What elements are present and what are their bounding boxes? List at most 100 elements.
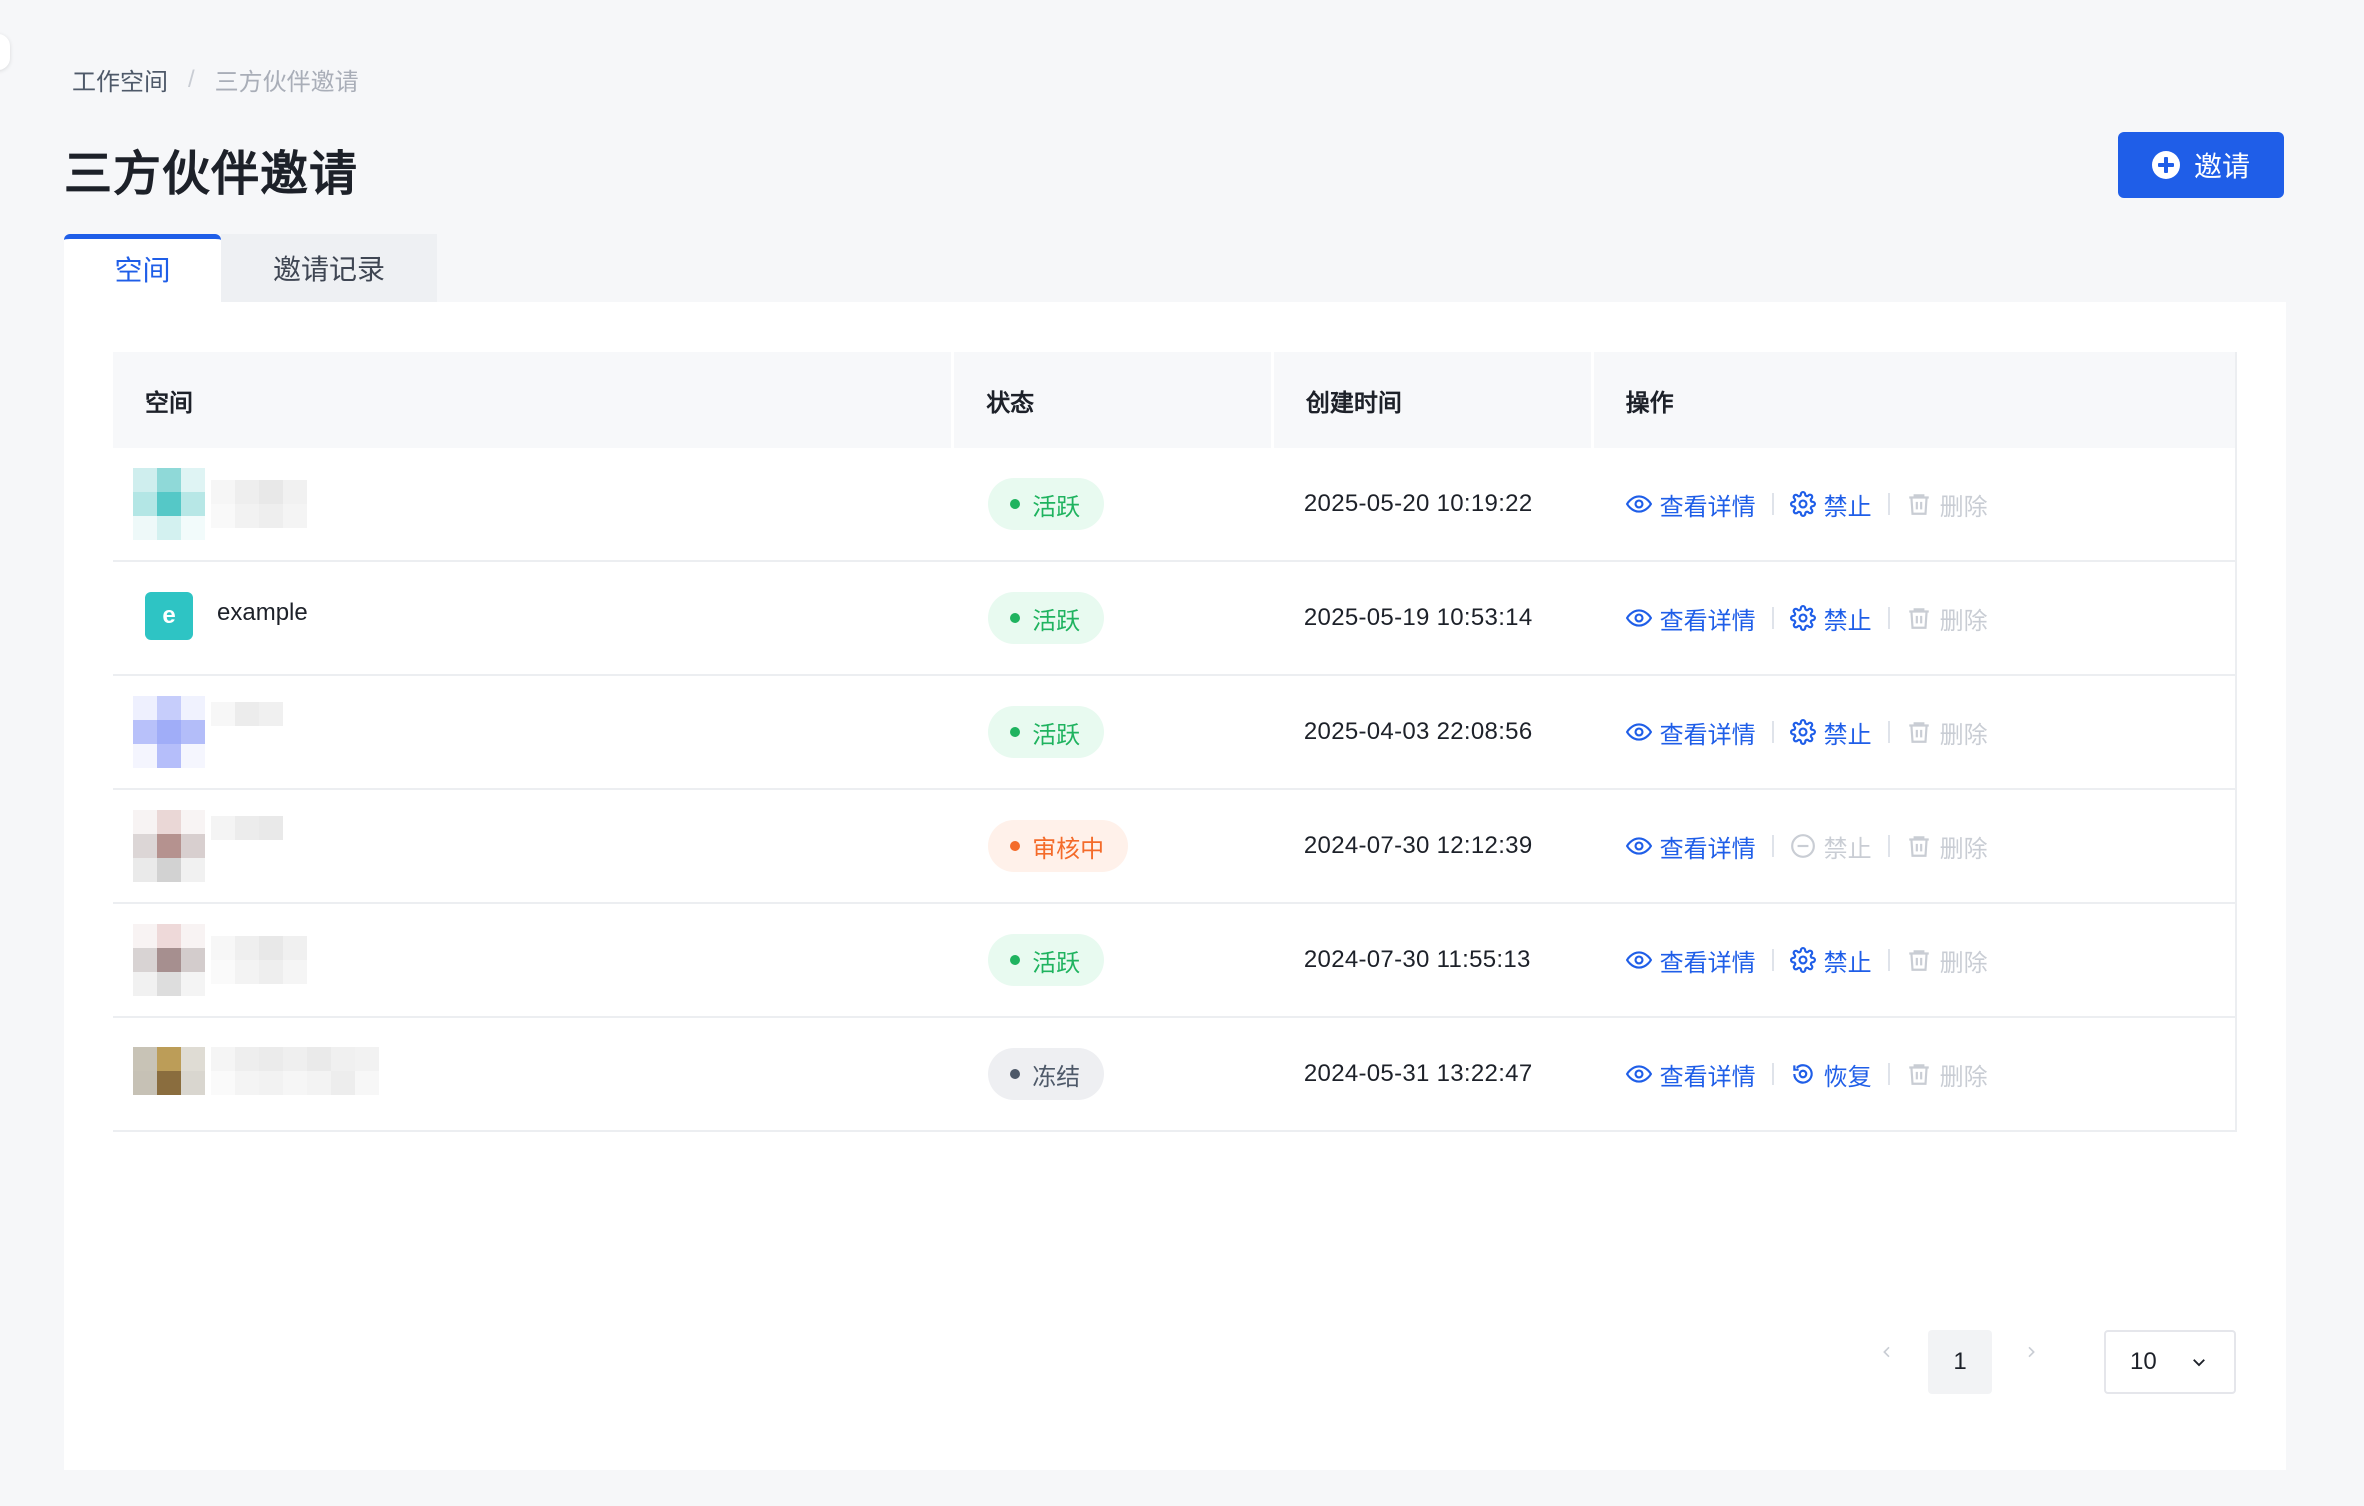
header-space: 空间 [113, 352, 955, 448]
chevron-down-icon [2193, 1359, 2205, 1367]
table-row: 活跃 2025-05-20 10:19:22 查看详情 禁止 删除 [113, 448, 2235, 562]
eye-icon [1625, 723, 1652, 741]
status-cell: 活跃 [954, 448, 1274, 560]
status-label: 活跃 [1032, 493, 1081, 521]
view-details-link[interactable]: 查看详情 [1625, 715, 1756, 750]
actions-cell: 查看详情 禁止 删除 [1594, 904, 2235, 1016]
prev-page-button[interactable] [1867, 1332, 1907, 1372]
space-cell [113, 790, 954, 902]
actions-cell: 查看详情 恢复 删除 [1594, 1018, 2235, 1130]
space-avatar-redacted [133, 1047, 379, 1095]
breadcrumb-workspace-link[interactable]: 工作空间 [72, 62, 168, 97]
trash-icon [1908, 836, 1929, 857]
invite-button[interactable]: 邀请 [2118, 132, 2284, 198]
delete-link[interactable]: 删除 [1906, 829, 1988, 864]
status-dot-icon [1010, 613, 1021, 623]
action-divider [1771, 607, 1774, 629]
breadcrumb-current: 三方伙伴邀请 [214, 69, 359, 96]
status-dot-icon [1010, 1069, 1021, 1079]
eye-icon [1625, 951, 1652, 969]
status-label: 冻结 [1032, 1063, 1081, 1091]
ban-link[interactable]: 禁止 [1789, 601, 1872, 636]
table-row: 审核中 2024-07-30 12:12:39 查看详情 禁止 删除 [113, 790, 2235, 904]
delete-link[interactable]: 删除 [1906, 943, 1988, 978]
delete-link[interactable]: 删除 [1906, 715, 1988, 750]
ban-label: 禁止 [1823, 835, 1872, 863]
ban-link[interactable]: 禁止 [1789, 715, 1872, 750]
tab-space[interactable]: 空间 [64, 234, 221, 302]
view-details-label: 查看详情 [1659, 493, 1756, 521]
breadcrumb-separator: / [188, 65, 195, 93]
created-time: 2024-07-30 12:12:39 [1303, 832, 1533, 859]
ban-link[interactable]: 禁止 [1789, 487, 1872, 522]
ban-label: 禁止 [1823, 949, 1872, 977]
status-badge: 审核中 [988, 820, 1129, 872]
space-avatar-redacted [133, 924, 307, 996]
delete-link[interactable]: 删除 [1906, 601, 1988, 636]
view-details-link[interactable]: 查看详情 [1625, 487, 1756, 522]
space-name[interactable]: example [217, 599, 308, 627]
action-divider [1771, 721, 1774, 743]
restore-link[interactable]: 恢复 [1790, 1057, 1872, 1092]
breadcrumb: 工作空间 / 三方伙伴邀请 [72, 62, 359, 97]
page-number-button[interactable]: 1 [1928, 1330, 1992, 1394]
eye-icon [1625, 837, 1652, 855]
tab-invite-records-label: 邀请记录 [272, 254, 385, 285]
eye-icon [1625, 1065, 1652, 1083]
next-page-button[interactable] [2011, 1332, 2051, 1372]
status-badge: 活跃 [988, 706, 1105, 758]
space-cell [113, 448, 954, 560]
status-dot-icon [1010, 727, 1021, 737]
delete-label: 删除 [1939, 721, 1988, 749]
view-details-label: 查看详情 [1659, 835, 1756, 863]
tab-invite-records[interactable]: 邀请记录 [221, 234, 437, 302]
space-avatar-redacted [133, 696, 283, 768]
status-badge: 活跃 [988, 934, 1105, 986]
status-badge: 活跃 [988, 478, 1105, 530]
delete-link[interactable]: 删除 [1906, 487, 1988, 522]
space-cell [113, 1018, 954, 1130]
status-cell: 活跃 [954, 904, 1274, 1016]
status-label: 活跃 [1032, 721, 1081, 749]
status-label: 审核中 [1032, 835, 1105, 863]
action-divider [1771, 949, 1774, 971]
view-details-link[interactable]: 查看详情 [1625, 601, 1756, 636]
trash-icon [1908, 722, 1929, 743]
actions-cell: 查看详情 禁止 删除 [1594, 562, 2235, 674]
tabs: 空间 邀请记录 [64, 234, 437, 302]
table-row: 活跃 2025-04-03 22:08:56 查看详情 禁止 删除 [113, 676, 2235, 790]
space-avatar: e [145, 592, 193, 640]
page: 工作空间 / 三方伙伴邀请 三方伙伴邀请 邀请 空间 邀请记录 空间 状态 创建… [0, 0, 2364, 1506]
ban-link[interactable]: 禁止 [1790, 829, 1872, 864]
spaces-table: 空间 状态 创建时间 操作 活跃 2025-05-20 10:19:22 查看详… [113, 352, 2237, 1132]
eye-icon [1625, 609, 1652, 627]
status-dot-icon [1010, 841, 1021, 851]
view-details-link[interactable]: 查看详情 [1625, 1057, 1756, 1092]
view-details-link[interactable]: 查看详情 [1625, 943, 1756, 978]
delete-label: 删除 [1939, 835, 1988, 863]
view-details-label: 查看详情 [1659, 721, 1756, 749]
status-label: 活跃 [1032, 607, 1081, 635]
gear-icon [1789, 491, 1816, 517]
gear-icon [1789, 719, 1816, 745]
sidebar-handle[interactable] [0, 34, 10, 70]
page-size-value: 10 [2130, 1348, 2157, 1375]
chevron-left-icon [1883, 1346, 1890, 1358]
status-cell: 冻结 [954, 1018, 1274, 1130]
content-panel: 空间 状态 创建时间 操作 活跃 2025-05-20 10:19:22 查看详… [64, 302, 2286, 1470]
trash-icon [1908, 494, 1929, 515]
ban-label: 禁止 [1823, 721, 1872, 749]
trash-icon [1908, 950, 1929, 971]
ban-link[interactable]: 禁止 [1789, 943, 1872, 978]
status-dot-icon [1010, 499, 1021, 509]
view-details-label: 查看详情 [1659, 949, 1756, 977]
actions-cell: 查看详情 禁止 删除 [1594, 790, 2235, 902]
delete-link[interactable]: 删除 [1906, 1057, 1988, 1092]
status-dot-icon [1010, 955, 1021, 965]
space-avatar-redacted [133, 810, 283, 882]
table-row: e example 活跃 2025-05-19 10:53:14 查看详情 禁止… [113, 562, 2235, 676]
actions-cell: 查看详情 禁止 删除 [1594, 676, 2235, 788]
view-details-link[interactable]: 查看详情 [1625, 829, 1756, 864]
space-avatar-redacted [133, 468, 307, 540]
page-size-select[interactable]: 10 [2104, 1330, 2236, 1394]
